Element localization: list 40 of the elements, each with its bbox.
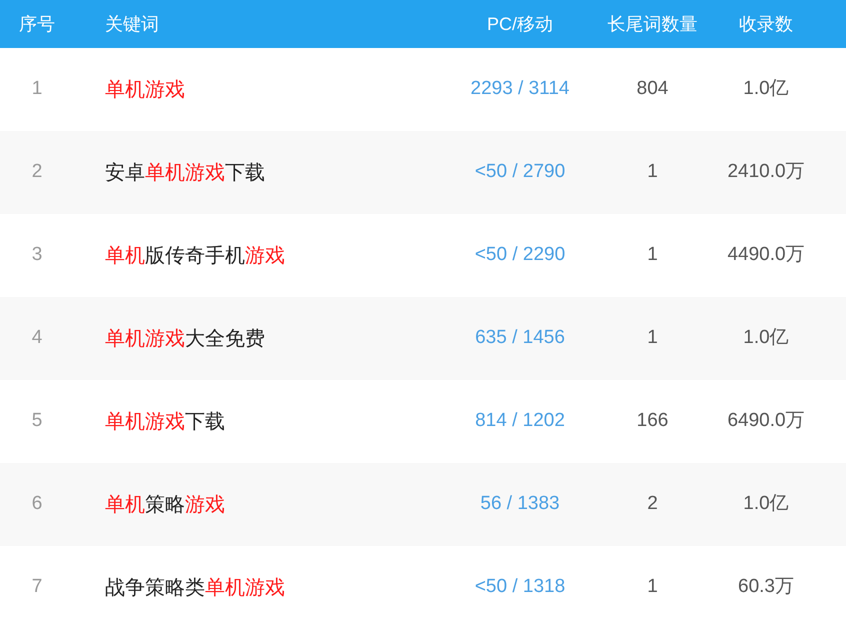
row-number: 3 xyxy=(32,243,42,268)
pc-mobile-volume: 814 / 1202 xyxy=(475,409,565,434)
column-header: PC/移动 xyxy=(486,12,553,36)
pc-mobile-volume: 56 / 1383 xyxy=(480,492,560,516)
indexed-count: 2410.0万 xyxy=(727,160,805,184)
long-tail-count: 1 xyxy=(647,575,658,600)
indexed-count: 1.0亿 xyxy=(743,492,789,516)
column-header: 收录数 xyxy=(739,12,793,36)
row-number: 4 xyxy=(32,326,42,350)
keyword-link[interactable]: 单机游戏 xyxy=(105,74,185,104)
indexed-count: 4490.0万 xyxy=(727,243,805,268)
keyword-link[interactable]: 安卓单机游戏下载 xyxy=(105,158,265,188)
pc-mobile-volume: 2293 / 3114 xyxy=(470,77,570,102)
keyword-link[interactable]: 单机游戏大全免费 xyxy=(105,324,265,354)
row-number: 5 xyxy=(32,409,42,434)
pc-mobile-volume: <50 / 1318 xyxy=(474,575,566,600)
indexed-count: 1.0亿 xyxy=(743,326,789,350)
long-tail-count: 166 xyxy=(636,409,668,434)
pc-mobile-volume: 635 / 1456 xyxy=(475,326,565,350)
pc-mobile-volume: <50 / 2790 xyxy=(474,160,566,184)
indexed-count: 6490.0万 xyxy=(727,409,805,434)
row-number: 6 xyxy=(32,492,42,516)
column-header: 关键词 xyxy=(105,12,159,36)
keyword-link[interactable]: 单机策略游戏 xyxy=(105,490,225,520)
indexed-count: 60.3万 xyxy=(738,575,794,600)
long-tail-count: 1 xyxy=(647,243,658,268)
row-number: 7 xyxy=(32,575,42,600)
long-tail-count: 1 xyxy=(647,326,658,350)
indexed-count: 1.0亿 xyxy=(743,77,789,102)
column-header: 长尾词数量 xyxy=(608,12,698,36)
column-header: 序号 xyxy=(19,12,55,36)
row-number: 1 xyxy=(32,77,42,102)
pc-mobile-volume: <50 / 2290 xyxy=(474,243,566,268)
keyword-link[interactable]: 战争策略类单机游戏 xyxy=(105,572,285,602)
long-tail-count: 1 xyxy=(647,160,658,184)
long-tail-count: 2 xyxy=(647,492,658,516)
keyword-link[interactable]: 单机版传奇手机游戏 xyxy=(105,240,285,270)
long-tail-count: 804 xyxy=(636,77,668,102)
row-number: 2 xyxy=(32,160,42,184)
keyword-link[interactable]: 单机游戏下载 xyxy=(105,406,225,436)
